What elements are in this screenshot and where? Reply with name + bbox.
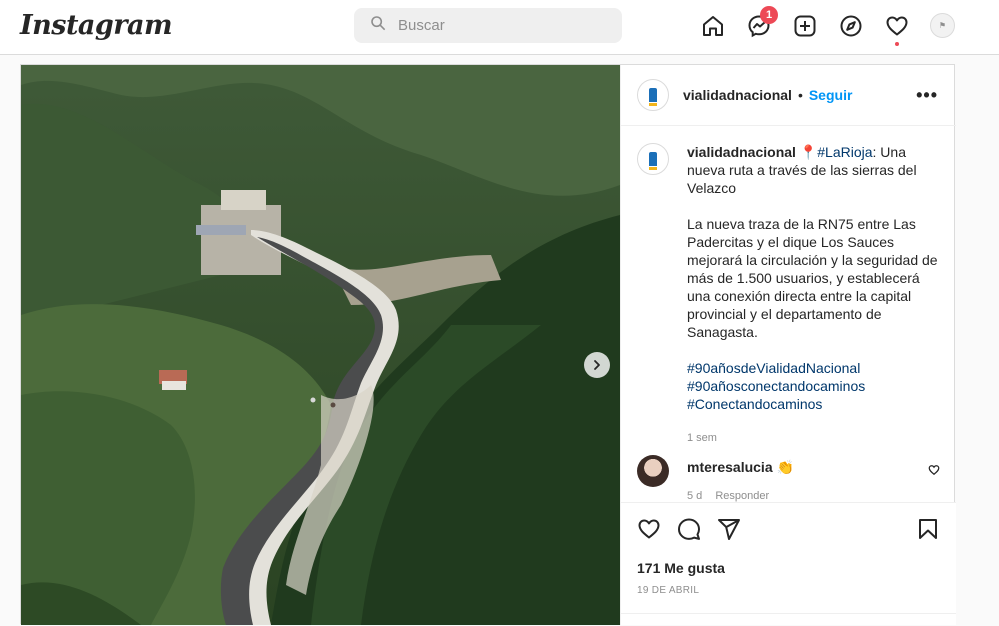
hashtag-location[interactable]: #LaRioja (817, 144, 872, 160)
commenter-avatar[interactable] (637, 455, 669, 487)
top-navigation-bar: Instagram 1 ⚑ (0, 0, 999, 55)
post-sidebar: vialidadnacional • Seguir ••• vialidadna… (620, 65, 956, 625)
post-header: vialidadnacional • Seguir ••• (621, 65, 956, 126)
post-author-username[interactable]: vialidadnacional (683, 87, 792, 103)
hashtag-link[interactable]: #Conectandocaminos (687, 395, 940, 413)
search-box[interactable] (354, 8, 622, 43)
share-send-icon[interactable] (717, 517, 741, 541)
next-photo-button[interactable] (584, 352, 610, 378)
caption-time[interactable]: 1 sem (687, 429, 940, 447)
commenter-username[interactable]: mteresalucia (687, 459, 773, 475)
instagram-logo[interactable]: Instagram (20, 10, 173, 41)
chevron-right-icon (594, 360, 600, 370)
search-icon (370, 15, 386, 36)
caption-paragraph: La nueva traza de la RN75 entre Las Pade… (687, 216, 938, 340)
caption: vialidadnacional 📍#LaRioja: Una nueva ru… (637, 143, 940, 447)
new-post-icon[interactable] (793, 14, 817, 38)
comments-section[interactable]: vialidadnacional 📍#LaRioja: Una nueva ru… (621, 127, 956, 502)
home-icon[interactable] (701, 14, 725, 38)
caption-author-username[interactable]: vialidadnacional (687, 144, 796, 160)
activity-dot (895, 42, 899, 46)
caption-text: vialidadnacional 📍#LaRioja: Una nueva ru… (687, 143, 940, 447)
post-date[interactable]: 19 DE ABRIL (637, 585, 699, 596)
pin-icon: 📍 (799, 144, 818, 160)
mountain-road-photo (21, 65, 620, 625)
comment-item: mteresalucia 👏 5 d Responder (637, 455, 940, 502)
clapping-hands-icon: 👏 (776, 459, 794, 475)
comment-body: mteresalucia 👏 5 d Responder (687, 455, 794, 502)
messages-badge: 1 (760, 6, 778, 24)
like-comment-icon[interactable] (928, 463, 940, 476)
caption-author-avatar[interactable] (637, 143, 669, 175)
add-comment-area (621, 613, 956, 626)
follow-button[interactable]: Seguir (809, 87, 853, 103)
activity-heart-icon[interactable] (885, 14, 909, 38)
comment-time[interactable]: 5 d (687, 490, 702, 502)
search-input[interactable] (398, 17, 598, 34)
separator-dot: • (797, 87, 803, 103)
like-heart-icon[interactable] (637, 517, 661, 541)
comment-meta: 5 d Responder (687, 490, 794, 502)
profile-avatar[interactable]: ⚑ (930, 13, 955, 38)
post-card: vialidadnacional • Seguir ••• vialidadna… (20, 64, 956, 625)
more-options-icon[interactable]: ••• (916, 85, 938, 106)
account-avatar[interactable] (637, 79, 669, 111)
hashtag-link[interactable]: #90añosconectandocaminos (687, 377, 940, 395)
reply-button[interactable]: Responder (715, 490, 769, 502)
hashtag-link[interactable]: #90añosdeVialidadNacional (687, 359, 940, 377)
likes-count[interactable]: 171 Me gusta (637, 560, 725, 576)
post-photo[interactable] (21, 65, 620, 625)
explore-icon[interactable] (839, 14, 863, 38)
comment-bubble-icon[interactable] (677, 517, 701, 541)
post-actions: 171 Me gusta 19 DE ABRIL (621, 502, 956, 625)
save-bookmark-icon[interactable] (916, 517, 940, 541)
